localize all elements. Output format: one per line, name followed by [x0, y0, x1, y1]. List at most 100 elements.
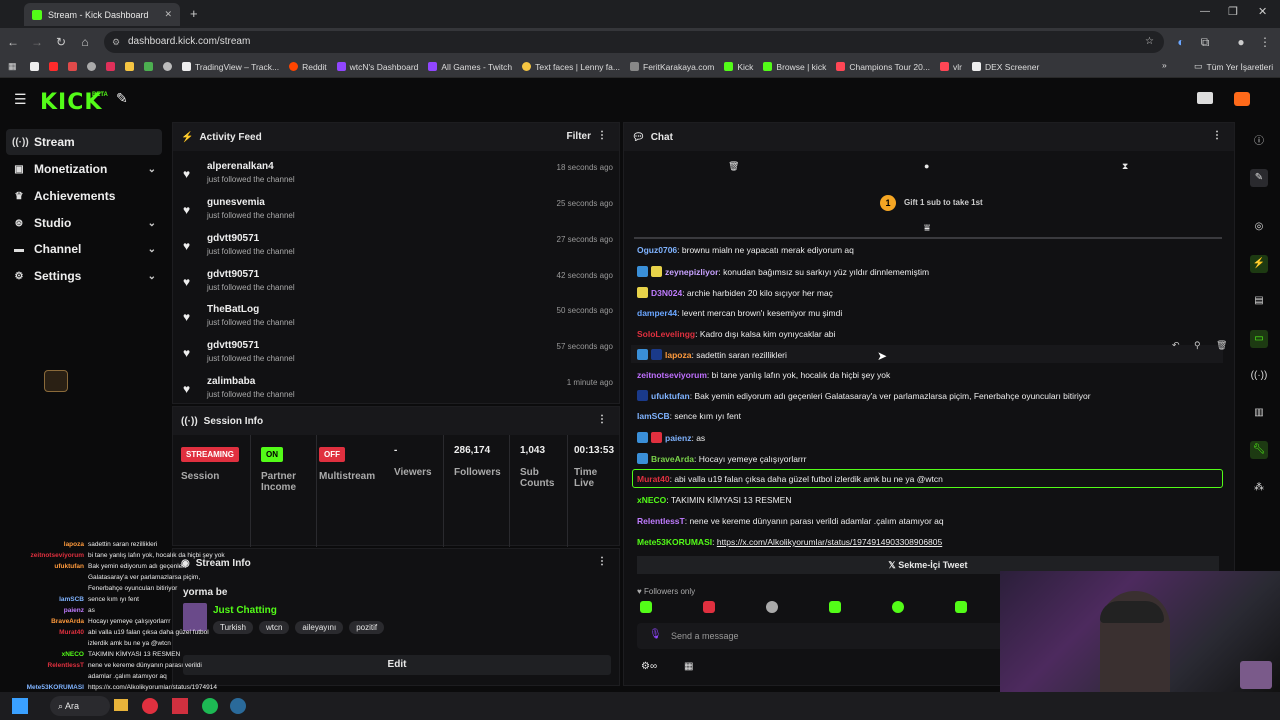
- sidebar-item-channel[interactable]: ▬ Channel ⌄: [6, 236, 162, 262]
- more-bookmarks-icon[interactable]: »: [1162, 60, 1167, 70]
- x-bookmark-icon[interactable]: [30, 62, 39, 71]
- bookmark-icon-3[interactable]: [68, 62, 77, 71]
- emote-icon[interactable]: [892, 601, 904, 613]
- chat-input[interactable]: 🎙︎ Send a message: [637, 623, 1007, 649]
- more-options-icon[interactable]: ⋮: [597, 556, 607, 567]
- apps-grid-icon[interactable]: ▦: [8, 61, 17, 72]
- follower-name[interactable]: alperenalkan4: [207, 161, 274, 172]
- follower-name[interactable]: gdvtt90571: [207, 233, 259, 244]
- new-tab-icon[interactable]: +: [190, 6, 198, 21]
- gift-sub-text[interactable]: Gift 1 sub to take 1st: [904, 198, 983, 207]
- stream-preview-icon[interactable]: [1197, 92, 1213, 104]
- edit-layout-icon[interactable]: ✎: [116, 90, 128, 107]
- chat-username[interactable]: damper44: [637, 308, 677, 318]
- storage-icon[interactable]: ▥: [1250, 404, 1268, 422]
- points-icon[interactable]: ⚙∞: [641, 661, 657, 672]
- extensions-puzzle-icon[interactable]: ⧉: [1198, 35, 1212, 50]
- chat-username[interactable]: ufuktufan: [651, 391, 690, 401]
- microphone-icon[interactable]: 🎙︎: [649, 629, 662, 640]
- follower-name[interactable]: gdvtt90571: [207, 340, 259, 351]
- pencil-icon[interactable]: ✎: [1250, 169, 1268, 187]
- forward-icon[interactable]: →: [30, 35, 44, 49]
- pin-icon[interactable]: ⚲: [1194, 340, 1201, 351]
- broadcast-icon[interactable]: ((·)): [1250, 367, 1268, 385]
- chat-username[interactable]: RelentlessT: [637, 516, 685, 526]
- back-icon[interactable]: ←: [6, 35, 20, 49]
- sidebar-item-studio[interactable]: ⊛ Studio ⌄: [6, 210, 162, 236]
- url-input[interactable]: ⚙ dashboard.kick.com/stream ☆: [104, 31, 1164, 53]
- emote-icon[interactable]: [766, 601, 778, 613]
- all-bookmarks-folder[interactable]: ▭ Tüm Yer İşaretleri: [1194, 61, 1273, 72]
- multistream-off-badge[interactable]: OFF: [319, 447, 345, 462]
- chat-username[interactable]: Murat40: [637, 474, 670, 484]
- wrench-icon[interactable]: 🔧︎: [1250, 441, 1268, 459]
- sidebar-item-achievements[interactable]: ♛ Achievements: [6, 183, 162, 209]
- spotify-icon[interactable]: [202, 698, 218, 714]
- chat-icon[interactable]: ▭: [1250, 330, 1268, 348]
- minimize-icon[interactable]: —: [1200, 6, 1210, 17]
- chat-username[interactable]: Oguz0706: [637, 245, 677, 255]
- chat-icon[interactable]: ●: [924, 161, 929, 171]
- document-icon[interactable]: ▤: [1250, 292, 1268, 310]
- steam-icon[interactable]: [230, 698, 246, 714]
- chrome-icon[interactable]: [142, 698, 158, 714]
- browser-tab[interactable]: Stream - Kick Dashboard ✕: [24, 3, 180, 26]
- bookmark-wtcn-dashboard[interactable]: wtcN's Dashboard: [336, 62, 418, 72]
- profile-avatar[interactable]: ●: [1234, 35, 1248, 49]
- user-avatar[interactable]: [1234, 92, 1250, 106]
- bookmark-icon-6[interactable]: [125, 62, 134, 71]
- more-options-icon[interactable]: ⋮: [597, 130, 607, 141]
- file-explorer-icon[interactable]: [114, 699, 128, 711]
- sidebar-item-stream[interactable]: ((·)) Stream: [6, 129, 162, 155]
- bookmark-icon-5[interactable]: [106, 62, 115, 71]
- more-options-icon[interactable]: ⋮: [1212, 130, 1222, 141]
- emote-icon[interactable]: [955, 601, 967, 613]
- windows-start-icon[interactable]: [12, 698, 28, 714]
- taskbar-search[interactable]: ⌕ Ara: [50, 696, 110, 716]
- bookmark-reddit[interactable]: Reddit: [289, 62, 327, 72]
- bookmark-kick[interactable]: Kick: [724, 62, 753, 72]
- info-icon[interactable]: ⓘ: [1250, 133, 1268, 151]
- bookmark-dex-screener[interactable]: DEX Screener: [971, 62, 1039, 72]
- lightning-icon[interactable]: ⚡: [1250, 255, 1268, 273]
- chat-username[interactable]: SoloLevelingg: [637, 329, 695, 339]
- app-icon[interactable]: [172, 698, 188, 714]
- trash-icon[interactable]: 🗑︎: [728, 161, 739, 172]
- chat-username[interactable]: zeynepizliyor: [665, 267, 718, 277]
- site-info-icon[interactable]: ⚙: [112, 31, 120, 53]
- bookmark-champions-tour[interactable]: Champions Tour 20...: [836, 62, 930, 72]
- home-icon[interactable]: ⌂: [78, 35, 92, 49]
- maximize-icon[interactable]: ❐: [1228, 5, 1238, 18]
- bookmark-tradingview[interactable]: TradingView – Track...: [182, 62, 279, 72]
- hamburger-menu-icon[interactable]: ☰: [14, 91, 27, 108]
- bookmark-vlr[interactable]: vlr: [939, 62, 962, 72]
- emote-icon[interactable]: [640, 601, 652, 613]
- reply-icon[interactable]: ↶: [1172, 340, 1180, 351]
- sidebar-item-settings[interactable]: ⚙ Settings ⌄: [6, 263, 162, 289]
- browser-menu-icon[interactable]: ⋮: [1258, 35, 1272, 49]
- collapse-icon[interactable]: ⩸: [924, 223, 930, 234]
- follower-name[interactable]: gunesvemia: [207, 197, 265, 208]
- reload-icon[interactable]: ↻: [54, 35, 68, 49]
- chat-username[interactable]: IamSCB: [637, 411, 670, 421]
- bookmark-icon-8[interactable]: [163, 62, 172, 71]
- bookmark-icon-7[interactable]: [144, 62, 153, 71]
- filter-button[interactable]: Filter: [567, 131, 591, 142]
- camera-icon[interactable]: ◎: [1250, 218, 1268, 236]
- connections-icon[interactable]: ⁂: [1250, 479, 1268, 497]
- emote-icon[interactable]: [703, 601, 715, 613]
- store-icon[interactable]: ▦: [684, 661, 693, 672]
- chat-link[interactable]: https://x.com/Alkolikyorumlar/status/197…: [717, 537, 942, 547]
- chat-username[interactable]: xNECO: [637, 495, 666, 505]
- chat-username[interactable]: Mete53KORUMASI: [637, 537, 712, 547]
- delete-icon[interactable]: 🗑︎: [1216, 340, 1227, 351]
- bookmark-text-faces[interactable]: Text faces | Lenny fa...: [522, 62, 620, 72]
- chat-username[interactable]: lapoza: [665, 350, 691, 360]
- sidebar-item-monetization[interactable]: ▣ Monetization ⌄: [6, 156, 162, 182]
- close-tab-icon[interactable]: ✕: [164, 9, 172, 20]
- follower-name[interactable]: TheBatLog: [207, 304, 259, 315]
- extension-icon[interactable]: ◐: [1174, 35, 1188, 49]
- bookmark-all-games-twitch[interactable]: All Games - Twitch: [428, 62, 512, 72]
- hourglass-icon[interactable]: ⧗: [1122, 161, 1128, 172]
- chat-username[interactable]: D3N024: [651, 288, 682, 298]
